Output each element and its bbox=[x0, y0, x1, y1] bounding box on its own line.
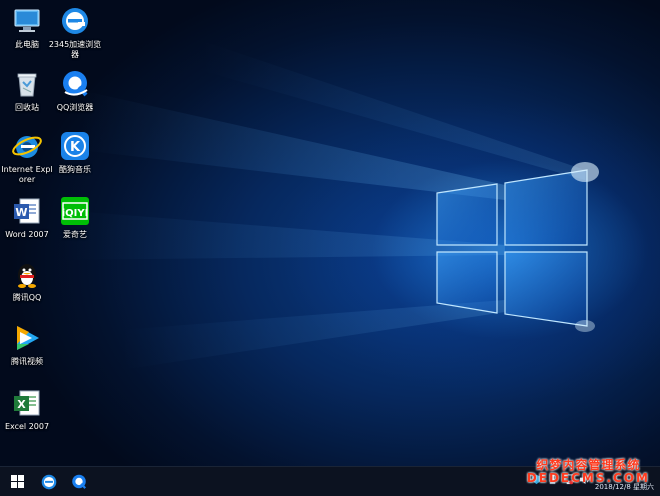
excel-icon: X bbox=[14, 390, 40, 416]
word-icon: W bbox=[14, 198, 40, 224]
qq-browser-icon bbox=[72, 474, 87, 489]
start-button[interactable] bbox=[2, 467, 32, 496]
svg-text:iQIYI: iQIYI bbox=[62, 208, 89, 219]
taskbar-2345-browser[interactable] bbox=[34, 467, 64, 496]
watermark: 织梦内容管理系统 DEDECMS.COM bbox=[527, 459, 650, 485]
windows-start-icon bbox=[10, 475, 24, 488]
desktop-icon-recycle-bin[interactable]: 回收站 bbox=[0, 68, 54, 113]
desktop-icon-kugou-music[interactable]: K 酷狗音乐 bbox=[48, 130, 102, 175]
desktop-icon-qq-browser[interactable]: QQ浏览器 bbox=[48, 68, 102, 113]
desktop-icon-word-2007[interactable]: W Word 2007 bbox=[0, 195, 54, 240]
desktop-icon-tencent-video[interactable]: 腾讯视频 bbox=[0, 322, 54, 367]
computer-icon bbox=[14, 9, 40, 32]
tencent-video-icon bbox=[17, 326, 39, 350]
desktop-icon-label: 2345加速浏览器 bbox=[48, 40, 102, 59]
desktop-icon-label: Internet Explorer bbox=[1, 165, 53, 184]
desktop-icon-internet-explorer[interactable]: Internet Explorer bbox=[0, 130, 54, 185]
desktop-icon-this-pc[interactable]: 此电脑 bbox=[0, 5, 54, 50]
kugou-music-icon: K bbox=[61, 132, 89, 160]
browser-2345-icon bbox=[41, 474, 57, 489]
svg-text:W: W bbox=[15, 206, 27, 219]
desktop-icon-label: QQ浏览器 bbox=[56, 103, 94, 112]
iqiyi-icon: iQIYI bbox=[61, 197, 89, 225]
qq-penguin-icon bbox=[18, 264, 36, 288]
desktop-icon-label: 爱奇艺 bbox=[63, 230, 87, 239]
watermark-line2: DEDECMS.COM bbox=[526, 471, 650, 485]
desktop-icon-2345-browser[interactable]: 2345加速浏览器 bbox=[48, 5, 102, 60]
svg-text:X: X bbox=[17, 398, 26, 411]
desktop-icon-label: Word 2007 bbox=[5, 230, 49, 239]
desktop-icon-label: 回收站 bbox=[15, 103, 39, 112]
recycle-bin-icon bbox=[17, 73, 37, 97]
desktop-icon-excel-2007[interactable]: X Excel 2007 bbox=[0, 387, 54, 432]
desktop-icon-label: 腾讯QQ bbox=[12, 293, 42, 302]
desktop-icon-label: Excel 2007 bbox=[4, 422, 50, 431]
desktop-icon-tencent-qq[interactable]: 腾讯QQ bbox=[0, 258, 54, 303]
browser-2345-icon bbox=[62, 8, 88, 34]
desktop-icon-label: 腾讯视频 bbox=[11, 357, 43, 366]
desktop-icon-label: 酷狗音乐 bbox=[59, 165, 91, 174]
desktop-icon-iqiyi[interactable]: iQIYI 爱奇艺 bbox=[48, 195, 102, 240]
internet-explorer-icon bbox=[12, 136, 42, 158]
taskbar-qq-browser[interactable] bbox=[64, 467, 94, 496]
qq-browser-icon bbox=[63, 71, 88, 97]
svg-text:K: K bbox=[70, 140, 81, 155]
desktop-icon-label: 此电脑 bbox=[15, 40, 39, 49]
desktop: 此电脑 回收站 Internet Explorer W Word 2007 腾讯… bbox=[0, 0, 660, 466]
